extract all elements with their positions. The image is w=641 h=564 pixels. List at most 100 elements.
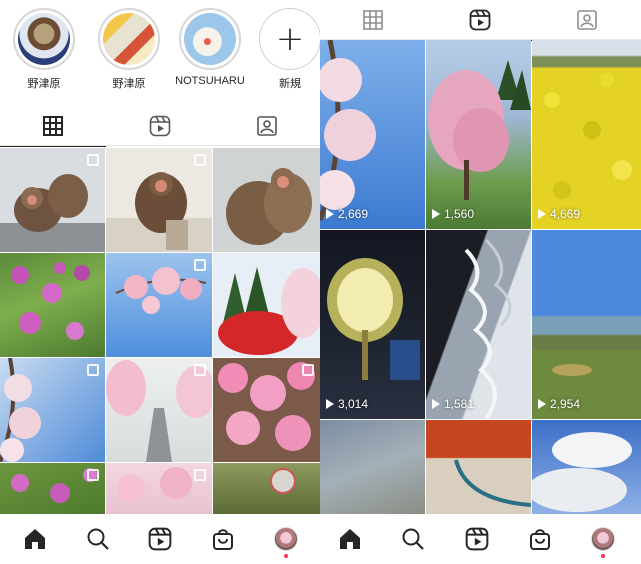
post-thumbnail[interactable] [106,463,212,514]
post-thumbnail[interactable] [213,148,320,252]
story-thumbnail [184,13,236,65]
reel-view-count: 1,560 [432,207,474,221]
notification-dot [284,554,288,558]
story-highlight-1[interactable]: 野津原 [9,8,79,91]
story-highlight-2[interactable]: 野津原 [94,8,164,91]
reels-icon [469,9,491,31]
reel-image [327,258,420,380]
bottom-navigation [0,514,320,564]
reel-view-count: 2,954 [538,397,580,411]
reel-image [454,459,531,507]
tab-grid[interactable] [320,0,426,40]
post-thumbnail[interactable] [0,358,105,462]
profile-tabs [0,106,320,147]
nav-home[interactable] [20,524,50,554]
reel-image [544,73,632,199]
new-highlight-button[interactable]: + 新規 [255,8,320,91]
grid-icon [43,116,63,136]
shop-icon [530,529,550,550]
post-thumbnail[interactable] [106,253,212,357]
notification-dot [601,554,605,558]
reel-thumbnail[interactable]: 2,669 [320,40,425,229]
post-image [270,468,296,494]
post-thumbnail[interactable] [0,253,105,357]
profile-avatar [274,527,298,551]
nav-search[interactable] [83,524,113,554]
story-highlights: 野津原 野津原 NOTSUHARU + 新規 [0,0,320,100]
reel-thumbnail[interactable]: 2,954 [532,230,641,419]
nav-reels[interactable] [145,524,175,554]
tab-reels[interactable] [107,106,213,146]
post-thumbnail[interactable] [0,148,105,252]
reel-image [532,350,641,419]
reels-icon [148,527,172,551]
profile-screen-right: 2,669 1,560 4,669 3,014 1,581 2,954 [320,0,641,564]
play-icon [432,399,440,409]
reel-thumbnail[interactable]: 1,560 [426,40,531,229]
tab-reels[interactable] [427,0,533,41]
nav-home[interactable] [335,524,365,554]
reels-grid: 2,669 1,560 4,669 3,014 1,581 2,954 [320,40,641,514]
post-thumbnail[interactable] [0,463,105,514]
multiple-posts-icon [194,154,206,166]
post-image [218,267,320,355]
post-thumbnail[interactable] [213,358,320,462]
reel-thumbnail[interactable]: 4,669 [532,40,641,229]
reels-icon [465,527,489,551]
reel-thumbnail[interactable] [426,420,531,514]
posts-grid [0,148,320,514]
reel-view-count: 1,581 [432,397,474,411]
nav-reels[interactable] [462,524,492,554]
nav-profile[interactable] [588,524,618,558]
reel-thumbnail[interactable] [320,420,425,514]
multiple-posts-icon [87,469,99,481]
story-label: 野津原 [27,78,61,90]
tagged-icon [257,116,277,136]
plus-icon: + [275,19,305,59]
reel-view-count: 3,014 [326,397,368,411]
story-label: 野津原 [112,78,146,90]
reel-thumbnail[interactable]: 1,581 [426,230,531,419]
reel-thumbnail[interactable] [532,420,641,514]
play-icon [538,209,546,219]
profile-tabs [320,0,641,41]
play-icon [326,399,334,409]
search-icon [87,528,109,550]
bottom-navigation [320,514,641,564]
multiple-posts-icon [194,469,206,481]
post-image [226,168,312,245]
nav-shop[interactable] [208,524,238,554]
tab-grid[interactable] [0,106,106,147]
story-thumbnail [18,13,70,65]
home-icon [25,529,45,549]
multiple-posts-icon [87,154,99,166]
post-thumbnail[interactable] [106,358,212,462]
story-highlight-3[interactable]: NOTSUHARU [175,8,245,87]
multiple-posts-icon [87,364,99,376]
nav-profile[interactable] [271,524,301,558]
play-icon [432,209,440,219]
reel-view-count: 2,669 [326,207,368,221]
multiple-posts-icon [302,364,314,376]
nav-shop[interactable] [525,524,555,554]
profile-screen-left: 野津原 野津原 NOTSUHARU + 新規 [0,0,320,564]
tab-tagged[interactable] [534,0,640,40]
post-thumbnail[interactable] [213,253,320,357]
home-icon [340,529,360,549]
story-thumbnail [103,13,155,65]
reel-view-count: 4,669 [538,207,580,221]
play-icon [326,209,334,219]
grid-icon [363,10,383,30]
reel-thumbnail[interactable]: 3,014 [320,230,425,419]
post-thumbnail[interactable] [213,463,320,514]
tab-tagged[interactable] [214,106,320,146]
nav-search[interactable] [398,524,428,554]
post-image [11,262,90,340]
play-icon [538,399,546,409]
shop-icon [213,529,233,550]
reel-image [464,238,512,419]
reel-image [320,40,376,221]
reel-image [532,432,632,512]
post-thumbnail[interactable] [106,148,212,252]
story-label: NOTSUHARU [175,75,245,87]
